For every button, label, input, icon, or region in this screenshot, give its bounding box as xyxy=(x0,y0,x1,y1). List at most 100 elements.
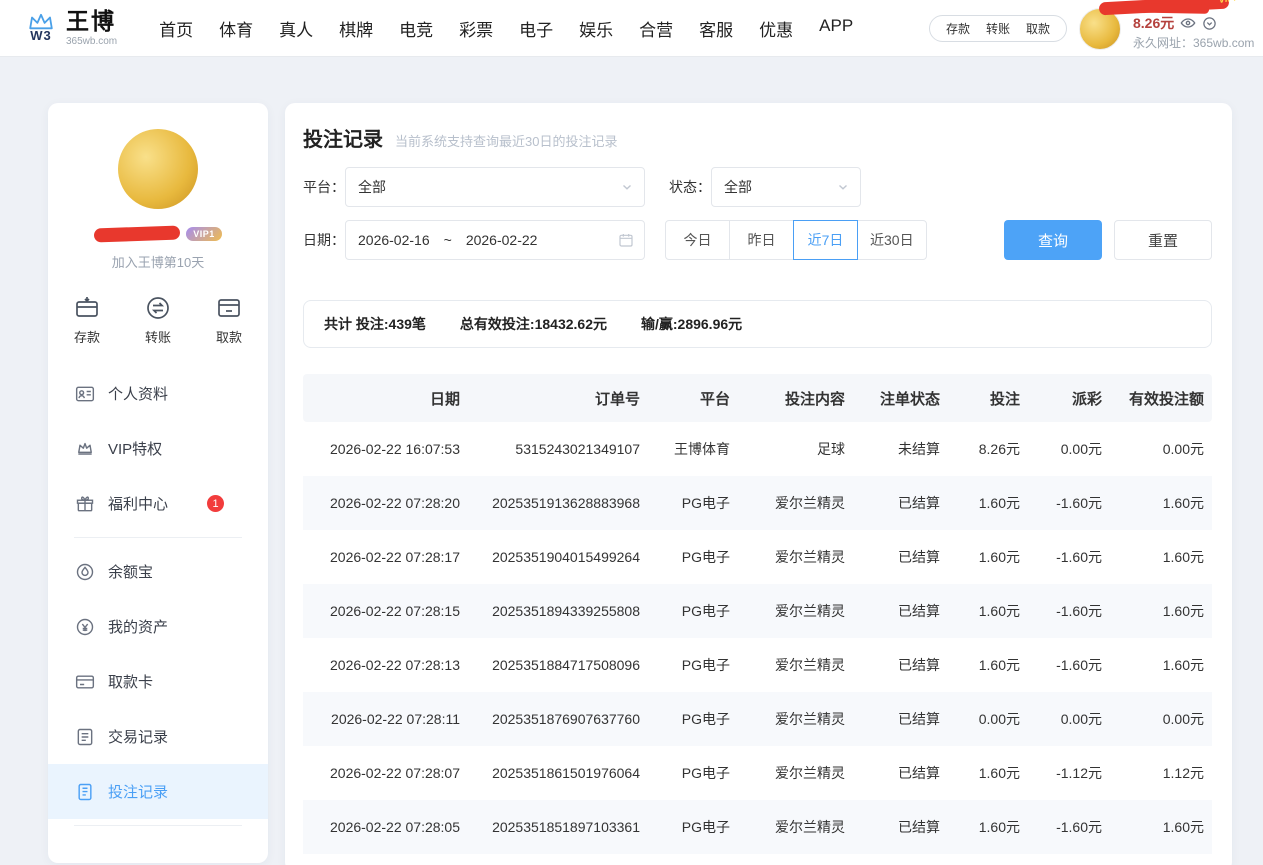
column-header: 派彩 xyxy=(1028,388,1110,409)
nav-item-esports[interactable]: 电竞 xyxy=(399,16,433,41)
column-header: 注单状态 xyxy=(853,388,948,409)
notification-badge: 1 xyxy=(207,495,224,512)
nav-item-slots[interactable]: 电子 xyxy=(519,16,553,41)
deposit-icon xyxy=(74,295,100,321)
brand-logo[interactable]: W3 王博 365wb.com xyxy=(26,9,117,46)
nav-item-home[interactable]: 首页 xyxy=(159,16,193,41)
table-cell: 2026-02-22 07:28:13 xyxy=(303,657,468,673)
withdraw-link[interactable]: 取款 xyxy=(1026,20,1050,37)
table-cell: 已结算 xyxy=(853,655,948,675)
table-cell: PG电子 xyxy=(648,547,738,567)
table-cell: 2025351913628883968 xyxy=(468,495,648,511)
summary-bar: 共计 投注:439笔 总有效投注:18432.62元 输/赢:2896.96元 xyxy=(303,300,1212,348)
sidebar-item-transactions[interactable]: 交易记录 xyxy=(48,709,268,764)
sidebar-item-yuebao[interactable]: 余额宝 xyxy=(48,544,268,599)
table-cell: -1.60元 xyxy=(1028,493,1110,513)
search-button[interactable]: 查询 xyxy=(1004,220,1102,260)
date-range-input[interactable]: 2026-02-16 ~ 2026-02-22 xyxy=(345,220,645,260)
range-7days-button[interactable]: 近7日 xyxy=(793,220,858,260)
deposit-action[interactable]: 存款 xyxy=(74,295,100,346)
platform-label: 平台： xyxy=(303,177,345,197)
sidebar-avatar[interactable] xyxy=(118,129,198,209)
menu-label: VIP特权 xyxy=(108,438,162,459)
sidebar-item-vip[interactable]: VIP特权 xyxy=(48,421,268,476)
sidebar-item-welfare[interactable]: 福利中心 1 xyxy=(48,476,268,531)
coin-drop-icon xyxy=(75,562,95,582)
nav-item-app[interactable]: APP xyxy=(819,16,853,41)
table-cell: 爱尔兰精灵 xyxy=(738,817,853,837)
nav-item-support[interactable]: 客服 xyxy=(699,16,733,41)
page-subtitle: 当前系统支持查询最近30日的投注记录 xyxy=(395,131,617,150)
table-row: 2026-02-22 07:28:152025351894339255808PG… xyxy=(303,584,1212,638)
bet-records-icon xyxy=(75,782,95,802)
sidebar-menu: 个人资料 VIP特权 福利中心 1 余额宝 xyxy=(48,366,268,826)
table-cell: 已结算 xyxy=(853,709,948,729)
table-cell: -1.60元 xyxy=(1028,817,1110,837)
wallet-quick-actions: 存款 转账 取款 xyxy=(929,15,1067,42)
nav-item-promotions[interactable]: 优惠 xyxy=(759,16,793,41)
withdraw-action[interactable]: 取款 xyxy=(216,295,242,346)
table-cell: 1.60元 xyxy=(1110,493,1212,513)
table-row: 2026-02-22 07:28:132025351884717508096PG… xyxy=(303,638,1212,692)
platform-select[interactable]: 全部 xyxy=(345,167,645,207)
sidebar-item-profile[interactable]: 个人资料 xyxy=(48,366,268,421)
table-cell: 爱尔兰精灵 xyxy=(738,601,853,621)
profile-sidebar: VIP1 加入王博第10天 存款 转账 取款 xyxy=(48,103,268,863)
platform-select-value: 全部 xyxy=(358,177,386,197)
table-cell: 1.60元 xyxy=(1110,601,1212,621)
table-cell: 8.26元 xyxy=(948,439,1028,459)
summary-valid-bets: 总有效投注:18432.62元 xyxy=(460,314,607,334)
table-cell: 2026-02-22 07:28:11 xyxy=(303,711,468,727)
action-label: 转账 xyxy=(145,327,171,346)
menu-label: 投注记录 xyxy=(108,781,168,802)
nav-item-entertainment[interactable]: 娱乐 xyxy=(579,16,613,41)
assets-icon xyxy=(75,617,95,637)
crown-logo-icon: W3 xyxy=(26,13,56,42)
summary-total-bets: 共计 投注:439笔 xyxy=(324,314,426,334)
nav-item-lottery[interactable]: 彩票 xyxy=(459,16,493,41)
menu-label: 我的资产 xyxy=(108,616,168,637)
table-cell: 1.60元 xyxy=(948,655,1028,675)
reset-button[interactable]: 重置 xyxy=(1114,220,1212,260)
transactions-icon xyxy=(75,727,95,747)
sidebar-item-withdraw-card[interactable]: 取款卡 xyxy=(48,654,268,709)
table-cell: PG电子 xyxy=(648,493,738,513)
quick-range-group: 今日 昨日 近7日 近30日 xyxy=(665,220,927,260)
status-select[interactable]: 全部 xyxy=(711,167,861,207)
table-cell: 2025351851897103361 xyxy=(468,819,648,835)
nav-item-board-games[interactable]: 棋牌 xyxy=(339,16,373,41)
column-header: 投注 xyxy=(948,388,1028,409)
balance-amount: 8.26元 xyxy=(1133,13,1174,33)
nav-item-live-casino[interactable]: 真人 xyxy=(279,16,313,41)
table-cell: 爱尔兰精灵 xyxy=(738,655,853,675)
table-cell: 爱尔兰精灵 xyxy=(738,493,853,513)
bet-records-panel: 投注记录 当前系统支持查询最近30日的投注记录 平台： 全部 状态： 全部 日期… xyxy=(285,103,1232,865)
menu-label: 个人资料 xyxy=(108,383,168,404)
account-dropdown-icon[interactable] xyxy=(1202,16,1217,31)
summary-win-loss: 输/赢:2896.96元 xyxy=(641,314,742,334)
range-yesterday-button[interactable]: 昨日 xyxy=(729,220,794,260)
table-cell: 1.60元 xyxy=(948,763,1028,783)
divider xyxy=(74,537,242,538)
table-cell: PG电子 xyxy=(648,763,738,783)
table-cell: 0.00元 xyxy=(948,709,1028,729)
date-separator: ~ xyxy=(444,232,452,248)
sidebar-item-assets[interactable]: 我的资产 xyxy=(48,599,268,654)
table-cell: 2026-02-22 07:28:20 xyxy=(303,495,468,511)
table-cell: PG电子 xyxy=(648,709,738,729)
transfer-link[interactable]: 转账 xyxy=(986,20,1010,37)
page-title: 投注记录 xyxy=(303,123,383,152)
sidebar-item-bet-records[interactable]: 投注记录 xyxy=(48,764,268,819)
nav-item-sports[interactable]: 体育 xyxy=(219,16,253,41)
eye-icon[interactable] xyxy=(1180,15,1196,31)
table-row: 2026-02-22 07:28:112025351876907637760PG… xyxy=(303,692,1212,746)
table-cell: 2026-02-22 07:28:05 xyxy=(303,819,468,835)
range-30days-button[interactable]: 近30日 xyxy=(857,220,927,260)
status-label: 状态： xyxy=(669,177,711,197)
range-today-button[interactable]: 今日 xyxy=(665,220,730,260)
vip-flag: VIP! xyxy=(1219,0,1238,5)
table-cell: 2026-02-22 07:28:15 xyxy=(303,603,468,619)
deposit-link[interactable]: 存款 xyxy=(946,20,970,37)
nav-item-joint-venture[interactable]: 合营 xyxy=(639,16,673,41)
transfer-action[interactable]: 转账 xyxy=(145,295,171,346)
